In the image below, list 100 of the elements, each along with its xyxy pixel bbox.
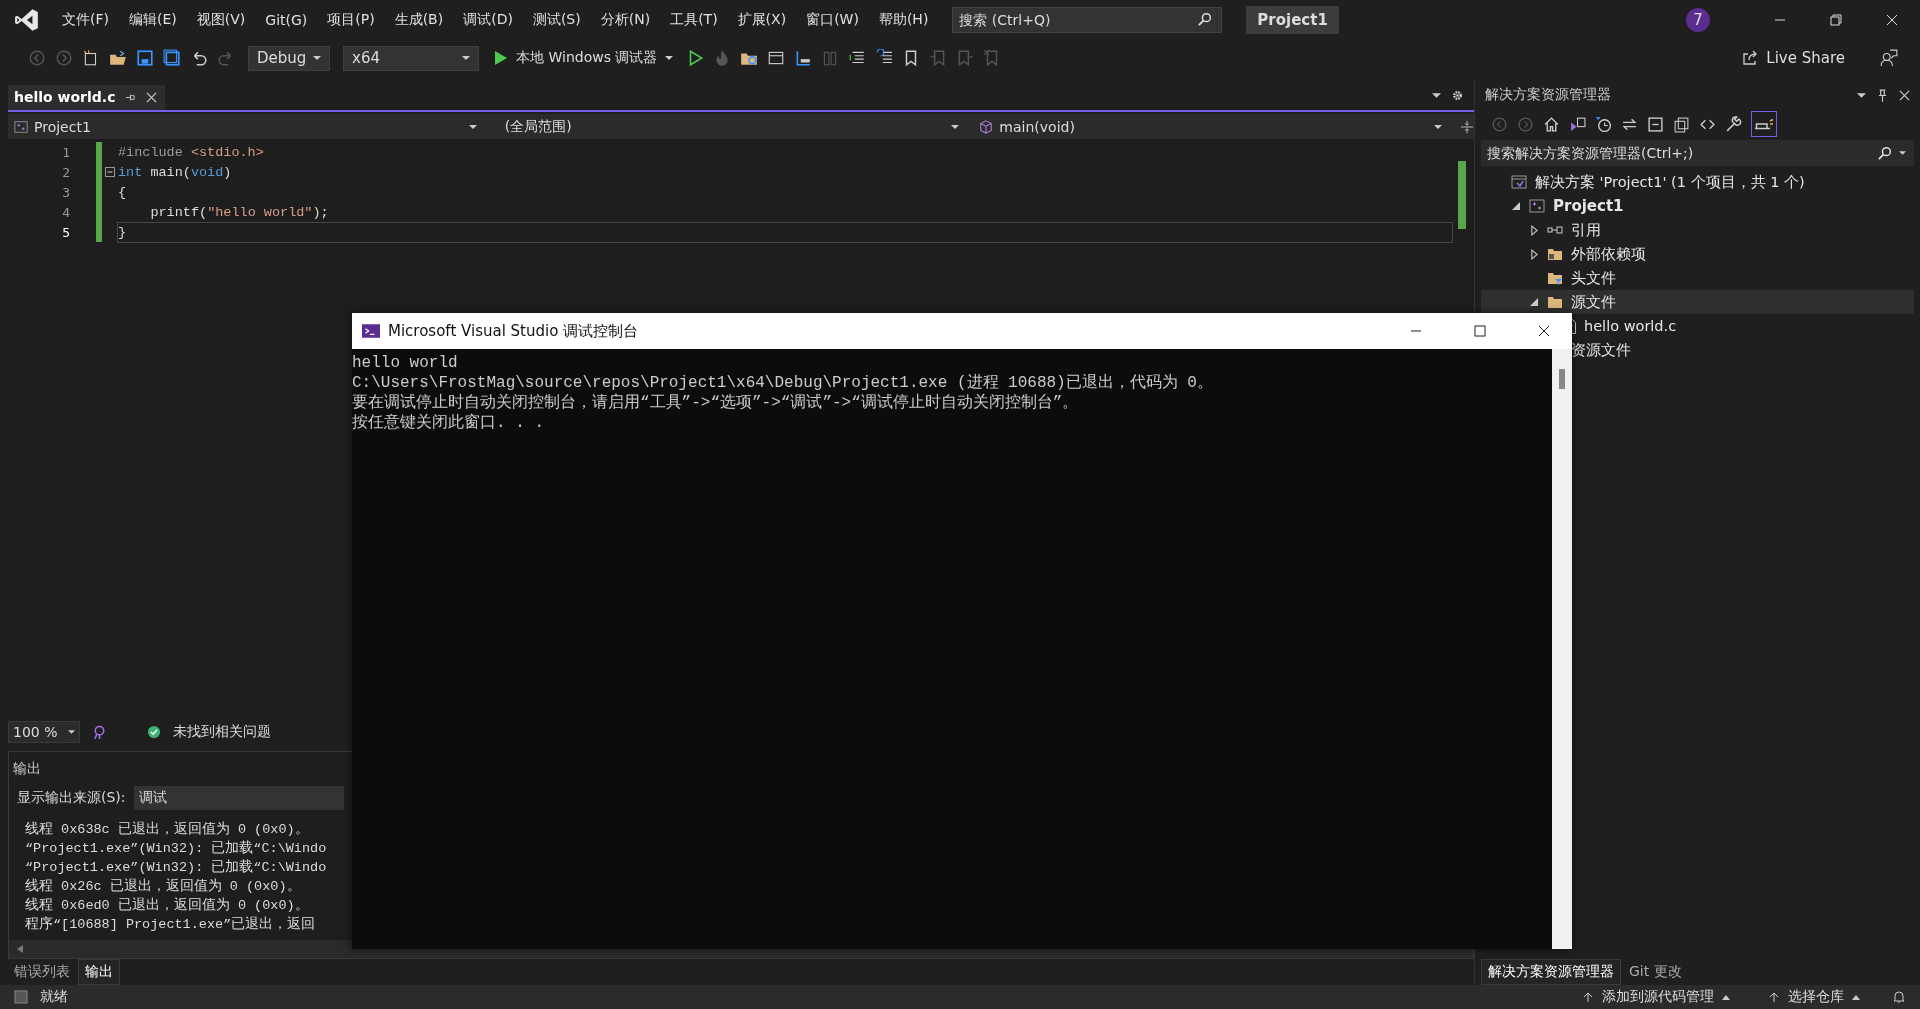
menu-item[interactable]: 窗口(W)	[796, 11, 869, 29]
code-line: #include <stdio.h>	[118, 143, 265, 162]
show-all-files-icon[interactable]	[1673, 115, 1690, 133]
menu-item[interactable]: 调试(D)	[453, 11, 523, 29]
home-icon[interactable]	[1543, 115, 1560, 133]
menu-item[interactable]: 视图(V)	[186, 11, 256, 29]
caret-icon[interactable]	[1857, 92, 1866, 98]
settings-icon[interactable]	[1451, 88, 1464, 102]
output-source-dropdown[interactable]: 调试	[133, 786, 344, 810]
caret-icon	[68, 730, 75, 734]
collapsed-arrow-icon[interactable]	[1530, 248, 1538, 260]
bell-icon[interactable]	[1892, 990, 1906, 1004]
configuration-dropdown[interactable]: Debug	[248, 45, 330, 71]
project-dropdown[interactable]: Project1	[8, 114, 485, 139]
wrench-icon[interactable]	[1725, 115, 1742, 133]
arrow-up-icon	[1768, 991, 1780, 1003]
tree-item[interactable]: 引用	[1571, 220, 1601, 240]
run-button[interactable]: 本地 Windows 调试器	[488, 49, 678, 67]
panel-tab[interactable]: 输出	[78, 959, 120, 985]
collapsed-arrow-icon[interactable]	[1530, 224, 1538, 236]
menu-item[interactable]: 分析(N)	[590, 11, 661, 29]
status-text: 就绪	[40, 988, 68, 1006]
project-name: Project1	[1246, 6, 1339, 34]
caret-icon	[665, 56, 674, 60]
collapse-all-icon[interactable]	[1647, 115, 1664, 133]
caret-icon[interactable]	[1432, 92, 1441, 98]
code-line: printf("hello world");	[149, 203, 330, 222]
line-number: 4	[61, 204, 70, 220]
status-button[interactable]: 选择仓库	[1762, 987, 1866, 1007]
preview-icon[interactable]	[1751, 111, 1777, 137]
status-button[interactable]: 添加到源代码管理	[1576, 987, 1736, 1007]
line-number: 1	[61, 144, 70, 160]
filter-folder-icon	[1547, 270, 1563, 286]
platform-dropdown[interactable]: x64	[343, 45, 479, 71]
output-line: “Project1.exe”(Win32): 已加载“C:\Windo	[25, 858, 327, 877]
tree-item[interactable]: 解决方案 'Project1' (1 个项目，共 1 个)	[1535, 172, 1805, 192]
tree-item[interactable]: Project1	[1553, 197, 1624, 215]
menu-item[interactable]: 测试(S)	[522, 11, 591, 29]
window-icon[interactable]	[767, 49, 786, 67]
caret-icon	[468, 124, 477, 129]
maximize-icon[interactable]	[1474, 325, 1486, 337]
collapse-icon[interactable]	[105, 167, 115, 177]
expanded-arrow-icon[interactable]	[1512, 202, 1520, 210]
search-field[interactable]: 搜索 (Ctrl+Q)	[952, 7, 1223, 33]
caret-icon	[1899, 151, 1906, 155]
live-share-button[interactable]: Live Share	[1736, 48, 1851, 68]
expanded-arrow-icon[interactable]	[1530, 298, 1538, 306]
save-all-icon[interactable]	[163, 49, 181, 67]
split-icon[interactable]	[1460, 119, 1474, 134]
menu-item[interactable]: Git(G)	[255, 12, 318, 28]
tree-item[interactable]: hello world.c	[1584, 318, 1677, 334]
menu-item[interactable]: 文件(F)	[52, 11, 119, 29]
scrollbar[interactable]	[1552, 349, 1572, 949]
document-tab[interactable]: hello world.c	[8, 85, 166, 110]
panel-tab[interactable]: Git 更改	[1623, 960, 1688, 984]
pin-icon[interactable]	[1878, 88, 1887, 102]
output-line: 线程 0x6ed0 已退出，返回值为 0 (0x0)。	[25, 896, 309, 915]
arrow-up-icon	[1582, 991, 1594, 1003]
history-icon[interactable]	[1595, 115, 1612, 133]
account-badge[interactable]: 7	[1686, 8, 1710, 32]
issues-status: 未找到相关问题	[173, 723, 271, 741]
menu-item[interactable]: 项目(P)	[317, 11, 385, 29]
tree-item[interactable]: 源文件	[1571, 292, 1616, 312]
scrollbar-thumb[interactable]	[1458, 161, 1466, 229]
source-label: 显示输出来源(S):	[17, 789, 126, 807]
menu-item[interactable]: 生成(B)	[384, 11, 454, 29]
tree-item[interactable]: 头文件	[1571, 268, 1616, 288]
project-icon	[1529, 198, 1545, 214]
status-icon	[14, 990, 28, 1004]
menu-item[interactable]: 扩展(X)	[727, 11, 797, 29]
search-icon	[1197, 12, 1213, 27]
panel-title: 解决方案资源管理器	[1485, 86, 1611, 104]
caret-icon	[1852, 994, 1860, 1000]
logo-icon	[14, 7, 40, 33]
scope-dropdown[interactable]: (全局范围)	[490, 114, 968, 139]
console-line: 按任意键关闭此窗口. . .	[352, 413, 544, 433]
tree-item[interactable]: 外部依赖项	[1571, 244, 1646, 264]
member-dropdown[interactable]: main(void)	[973, 114, 1451, 139]
code-line: }	[118, 222, 1452, 242]
save-icon[interactable]	[136, 49, 154, 67]
menu-item[interactable]: 工具(T)	[660, 11, 728, 29]
output-line: “Project1.exe”(Win32): 已加载“C:\Windo	[25, 839, 327, 858]
tree-item[interactable]: 资源文件	[1571, 340, 1631, 360]
console-line: hello world	[352, 353, 458, 373]
search-field[interactable]: 搜索解决方案资源管理器(Ctrl+;)	[1481, 140, 1914, 166]
close-icon[interactable]	[1538, 325, 1550, 337]
panel-tab[interactable]: 解决方案资源管理器	[1481, 959, 1621, 985]
panel-tab[interactable]: 错误列表	[8, 960, 76, 984]
menu-item[interactable]: 帮助(H)	[868, 11, 939, 29]
line-number: 2	[61, 164, 70, 180]
feedback-icon[interactable]	[1880, 49, 1898, 67]
scroll-left-icon[interactable]	[17, 945, 23, 953]
menu-item[interactable]: 编辑(E)	[119, 11, 187, 29]
play-icon	[492, 50, 508, 66]
zoom-dropdown[interactable]: 100 %	[8, 721, 80, 743]
brush-icon[interactable]	[92, 724, 107, 740]
open-folder-icon[interactable]	[109, 49, 127, 67]
restore-icon[interactable]	[1830, 14, 1842, 26]
switch-views-icon[interactable]	[1569, 115, 1586, 133]
step-icon[interactable]	[794, 49, 813, 67]
